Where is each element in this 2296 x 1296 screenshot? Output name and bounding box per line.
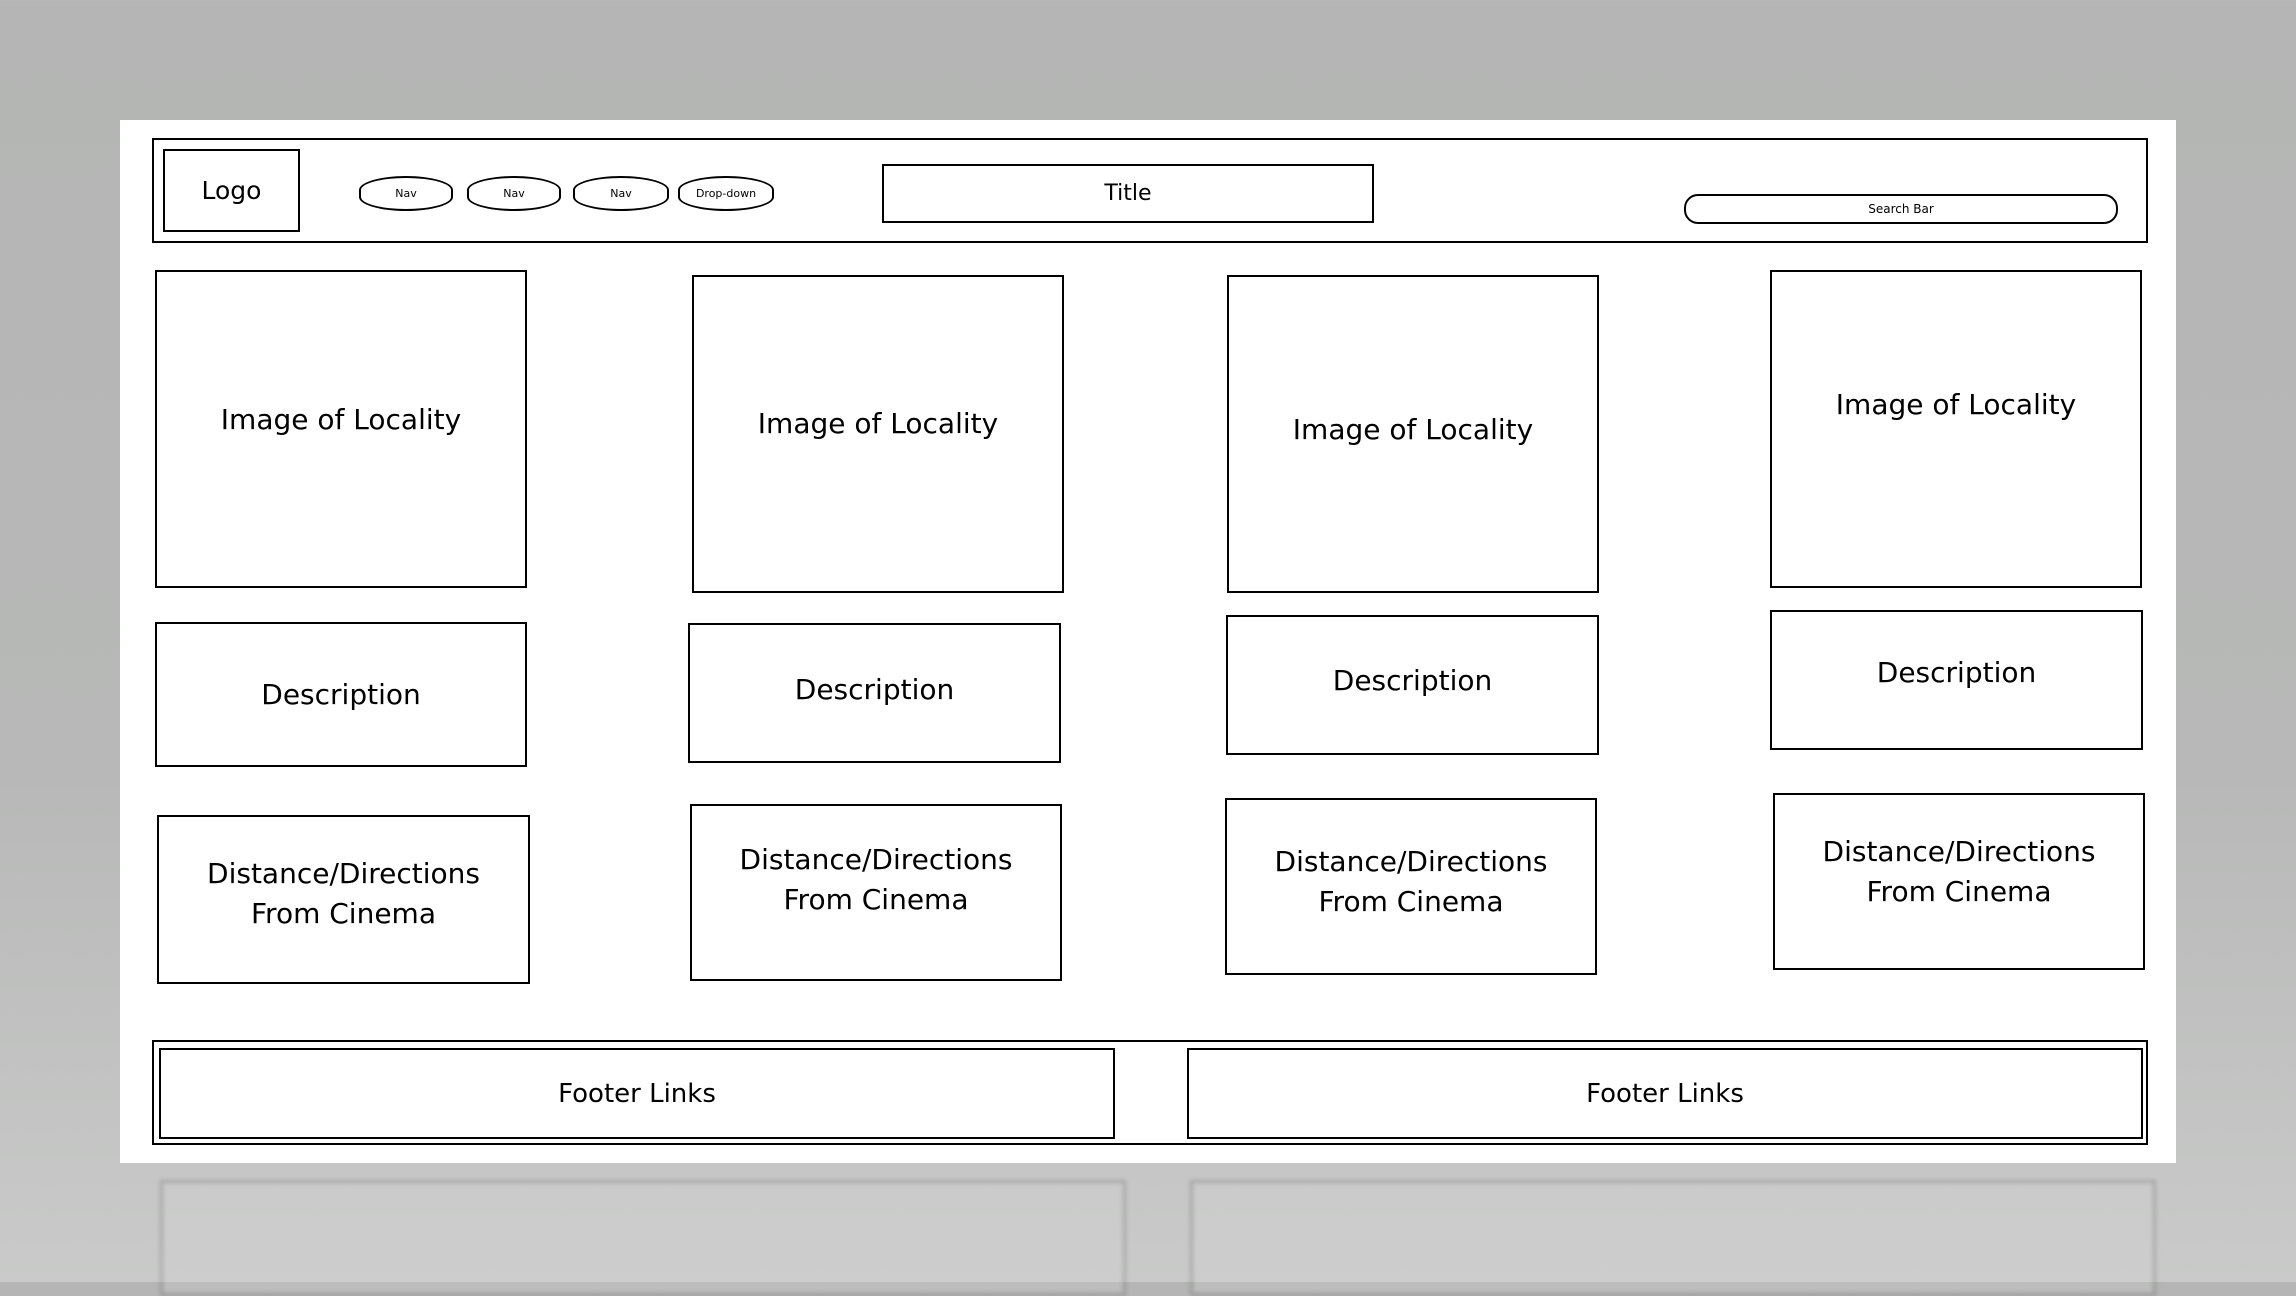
page-title: Title: [882, 164, 1374, 223]
description-box-2: Description: [688, 623, 1061, 763]
wireframe-canvas: Logo Nav Nav Nav Drop-down Title Search …: [120, 120, 2176, 1163]
description-label: Description: [1876, 656, 2037, 689]
directions-box-1: Distance/Directions From Cinema: [157, 815, 530, 984]
directions-line-2: From Cinema: [250, 896, 436, 930]
search-bar[interactable]: Search Bar: [1684, 194, 2118, 224]
directions-line-2: From Cinema: [1866, 874, 2052, 908]
description-label: Description: [261, 678, 421, 711]
locality-image-label: Image of Locality: [220, 402, 462, 436]
canvas-reflection: [120, 1170, 2180, 1296]
directions-line-1: Distance/Directions: [1822, 834, 2096, 868]
description-label: Description: [1332, 663, 1493, 697]
description-box-4: Description: [1770, 610, 2143, 750]
locality-image-label: Image of Locality: [757, 406, 999, 440]
footer-reflection-right: [1190, 1180, 2156, 1296]
locality-image-1: Image of Locality: [155, 270, 527, 588]
header-bar: Logo Nav Nav Nav Drop-down Title Search …: [152, 138, 2148, 243]
footer-links-left[interactable]: Footer Links: [159, 1048, 1115, 1139]
locality-image-3: Image of Locality: [1227, 275, 1599, 593]
directions-box-4: Distance/Directions From Cinema: [1773, 793, 2145, 970]
locality-image-4: Image of Locality: [1770, 270, 2142, 588]
nav-button-2[interactable]: Nav: [467, 176, 561, 211]
directions-line-1: Distance/Directions: [207, 856, 480, 890]
footer-reflection-left: [160, 1180, 1126, 1296]
nav-button-3[interactable]: Nav: [573, 176, 669, 211]
dropdown-button[interactable]: Drop-down: [678, 176, 774, 211]
directions-line-2: From Cinema: [1318, 884, 1504, 918]
locality-image-2: Image of Locality: [692, 275, 1064, 593]
locality-image-label: Image of Locality: [1292, 412, 1534, 446]
logo[interactable]: Logo: [163, 149, 300, 232]
footer-links-right[interactable]: Footer Links: [1187, 1048, 2143, 1139]
description-box-3: Description: [1226, 615, 1599, 755]
footer-bar: Footer Links Footer Links: [152, 1040, 2148, 1145]
directions-line-1: Distance/Directions: [739, 843, 1013, 876]
locality-image-label: Image of Locality: [1835, 387, 2077, 421]
directions-line-1: Distance/Directions: [1274, 844, 1548, 878]
directions-box-2: Distance/Directions From Cinema: [690, 804, 1062, 981]
nav-button-1[interactable]: Nav: [359, 176, 453, 211]
description-label: Description: [794, 672, 955, 706]
directions-line-2: From Cinema: [783, 883, 969, 916]
directions-box-3: Distance/Directions From Cinema: [1225, 798, 1597, 975]
description-box-1: Description: [155, 622, 527, 767]
